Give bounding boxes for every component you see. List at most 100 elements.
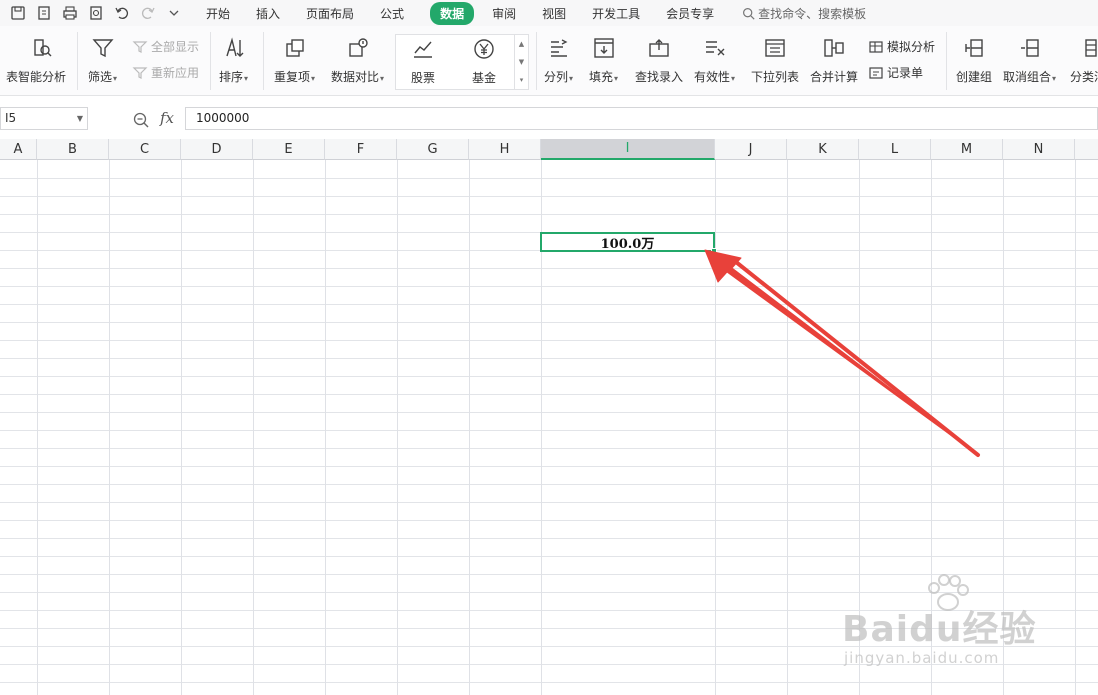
- reapply-button[interactable]: 重新应用: [132, 64, 199, 81]
- tab-developer[interactable]: 开发工具: [592, 3, 640, 24]
- column-header-h[interactable]: H: [469, 139, 541, 160]
- simulation-analysis-button[interactable]: 模拟分析: [868, 38, 935, 55]
- fill-down-icon: [590, 34, 618, 62]
- column-gridline: [37, 160, 38, 695]
- column-header-g[interactable]: G: [397, 139, 469, 160]
- zoom-icon[interactable]: [133, 112, 149, 128]
- fund-button[interactable]: 基金: [470, 27, 498, 86]
- tab-insert[interactable]: 插入: [256, 3, 280, 24]
- duplicates-icon: [281, 34, 309, 62]
- row-gridline: [0, 430, 1098, 431]
- column-header-m[interactable]: M: [931, 139, 1003, 160]
- row-gridline: [0, 412, 1098, 413]
- ribbon-divider: [263, 32, 264, 90]
- row-gridline: [0, 268, 1098, 269]
- name-box[interactable]: I5 ▼: [0, 107, 88, 130]
- column-gridline: [109, 160, 110, 695]
- undo-icon[interactable]: [112, 3, 132, 23]
- split-column-icon: [545, 34, 573, 62]
- column-header-k[interactable]: K: [787, 139, 859, 160]
- column-header-e[interactable]: E: [253, 139, 325, 160]
- formula-input[interactable]: 1000000: [185, 107, 1098, 130]
- data-compare-icon: [344, 34, 372, 62]
- column-header-j[interactable]: J: [715, 139, 787, 160]
- stock-button[interactable]: 股票: [409, 27, 437, 86]
- yen-circle-icon: [470, 35, 498, 63]
- column-header-a[interactable]: A: [0, 139, 37, 160]
- lookup-entry-icon: [645, 34, 673, 62]
- column-header-l[interactable]: L: [859, 139, 931, 160]
- column-gridline: [253, 160, 254, 695]
- customize-chevron-down-icon[interactable]: [164, 3, 184, 23]
- data-compare-button[interactable]: 数据对比▾: [331, 26, 384, 85]
- dropdown-list-button[interactable]: 下拉列表: [751, 26, 799, 85]
- row-gridline: [0, 178, 1098, 179]
- command-search[interactable]: 查找命令、搜索模板: [742, 5, 866, 22]
- dropdown-list-icon: [761, 34, 789, 62]
- tab-home[interactable]: 开始: [206, 3, 230, 24]
- consolidate-icon: [820, 34, 848, 62]
- column-header-i[interactable]: I: [541, 139, 715, 160]
- smart-analysis-button[interactable]: 智能分析: [18, 26, 66, 85]
- tab-view[interactable]: 视图: [542, 3, 566, 24]
- simulation-icon: [869, 40, 883, 53]
- create-group-button[interactable]: 创建组: [956, 26, 992, 85]
- chevron-down-icon: ▾: [244, 74, 249, 83]
- row-gridline: [0, 556, 1098, 557]
- formula-bar: I5 ▼ fx 1000000: [0, 104, 1098, 134]
- create-group-icon: [960, 34, 988, 62]
- consolidate-button[interactable]: 合并计算: [810, 26, 858, 85]
- fill-handle[interactable]: [711, 248, 717, 254]
- column-header-o-partial[interactable]: [1075, 139, 1098, 160]
- selected-cell-i5[interactable]: 100.0万: [540, 232, 715, 252]
- tab-formulas[interactable]: 公式: [380, 3, 404, 24]
- chevron-down-icon: ▾: [1052, 74, 1057, 83]
- column-header-b[interactable]: B: [37, 139, 109, 160]
- column-header-c[interactable]: C: [109, 139, 181, 160]
- sort-button[interactable]: 排序▾: [219, 26, 248, 85]
- save-icon[interactable]: [8, 3, 28, 23]
- ribbon-divider: [536, 32, 537, 90]
- ungroup-icon: [1016, 34, 1044, 62]
- ribbon: 表 智能分析 筛选▾ 全部显示 重新应用 排序▾ 重复项▾ 数据对比▾ 股票 基…: [0, 26, 1098, 96]
- column-header-f[interactable]: F: [325, 139, 397, 160]
- record-form-button[interactable]: 记录单: [868, 64, 923, 81]
- fx-icon[interactable]: fx: [160, 109, 174, 127]
- tab-membership[interactable]: 会员专享: [666, 3, 714, 24]
- chevron-down-icon: ▾: [569, 74, 574, 83]
- show-all-button[interactable]: 全部显示: [132, 38, 199, 55]
- search-icon: [743, 7, 755, 20]
- tab-data[interactable]: 数据: [430, 1, 475, 25]
- column-gridline: [1075, 160, 1076, 695]
- fill-button[interactable]: 填充▾: [589, 26, 618, 85]
- row-gridline: [0, 538, 1098, 539]
- column-gridline: [397, 160, 398, 695]
- row-gridline: [0, 484, 1098, 485]
- funnel-clear-icon: [132, 40, 148, 53]
- column-gridline: [325, 160, 326, 695]
- redo-icon[interactable]: [138, 3, 158, 23]
- filter-button[interactable]: 筛选▾: [88, 26, 117, 85]
- column-header-d[interactable]: D: [181, 139, 253, 160]
- subtotal-button-partial[interactable]: 分类汇: [1070, 26, 1098, 85]
- row-gridline: [0, 214, 1098, 215]
- chevron-down-icon: ▾: [311, 74, 316, 83]
- menu-bar: 开始 插入 页面布局 公式 数据 审阅 视图 开发工具 会员专享 查找命令、搜索…: [0, 0, 1098, 26]
- print-preview-icon[interactable]: [86, 3, 106, 23]
- tab-review[interactable]: 审阅: [492, 3, 516, 24]
- lookup-entry-button[interactable]: 查找录入: [635, 26, 683, 85]
- split-column-button[interactable]: 分列▾: [544, 26, 573, 85]
- chevron-down-icon[interactable]: ▼: [77, 108, 83, 129]
- duplicates-button[interactable]: 重复项▾: [274, 26, 315, 85]
- ungroup-button[interactable]: 取消组合▾: [1003, 26, 1056, 85]
- print-icon[interactable]: [60, 3, 80, 23]
- chevron-down-icon: ▾: [113, 74, 118, 83]
- tab-page-layout[interactable]: 页面布局: [306, 3, 354, 24]
- watermark-brand: Baidu经验: [842, 609, 1037, 650]
- gallery-scroll[interactable]: ▲ ▼ ▾: [514, 35, 528, 89]
- export-pdf-icon[interactable]: [34, 3, 54, 23]
- row-gridline: [0, 520, 1098, 521]
- column-header-n[interactable]: N: [1003, 139, 1075, 160]
- validity-button[interactable]: 有效性▾: [694, 26, 735, 85]
- subtotal-icon: [1074, 34, 1098, 62]
